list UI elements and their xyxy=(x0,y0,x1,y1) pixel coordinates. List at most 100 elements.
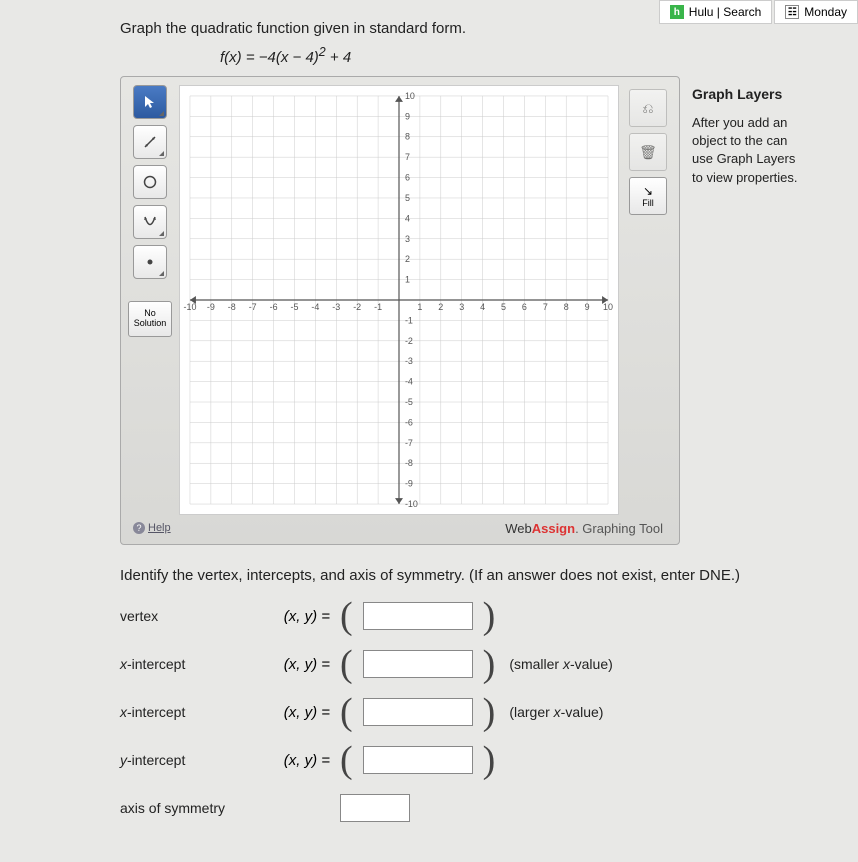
axis-input[interactable] xyxy=(340,794,410,822)
svg-text:2: 2 xyxy=(405,254,410,264)
point-tool[interactable] xyxy=(133,245,167,279)
formula: f(x) = −4(x − 4)2 + 4 xyxy=(220,45,798,66)
parabola-tool[interactable] xyxy=(133,205,167,239)
graph-canvas[interactable]: -10 -9 -8 -7 -6 -5 -4 -3 -2 -1 1 2 3 4 5 6 7 8 9 10 -10 -9 -8 -… xyxy=(179,85,619,515)
svg-text:3: 3 xyxy=(405,234,410,244)
paren-open-icon: ( xyxy=(340,701,353,724)
layers-title: Graph Layers xyxy=(692,86,798,102)
svg-text:8: 8 xyxy=(564,302,569,312)
question-instructions: Identify the vertex, intercepts, and axi… xyxy=(120,567,798,584)
svg-text:-5: -5 xyxy=(405,397,413,407)
axis-label: axis of symmetry xyxy=(120,800,250,816)
svg-text:6: 6 xyxy=(522,302,527,312)
svg-text:-7: -7 xyxy=(249,302,257,312)
svg-text:-3: -3 xyxy=(405,356,413,366)
vertex-input[interactable] xyxy=(363,602,473,630)
calendar-icon: ☷ xyxy=(785,5,799,19)
xintercept1-input[interactable] xyxy=(363,650,473,678)
svg-text:4: 4 xyxy=(405,213,410,223)
svg-text:8: 8 xyxy=(405,132,410,142)
xint1-label: x-intercept xyxy=(120,656,250,672)
dropdown-corner-icon xyxy=(159,151,164,156)
browser-tab-monday[interactable]: ☷ Monday xyxy=(774,0,858,24)
svg-text:4: 4 xyxy=(480,302,485,312)
paren-close-icon: ) xyxy=(483,749,496,772)
svg-text:-9: -9 xyxy=(207,302,215,312)
svg-text:-5: -5 xyxy=(291,302,299,312)
svg-text:7: 7 xyxy=(543,302,548,312)
svg-text:-1: -1 xyxy=(405,315,413,325)
svg-text:-4: -4 xyxy=(311,302,319,312)
paren-close-icon: ) xyxy=(483,653,496,676)
svg-text:5: 5 xyxy=(501,302,506,312)
svg-text:1: 1 xyxy=(405,275,410,285)
svg-text:6: 6 xyxy=(405,173,410,183)
svg-text:10: 10 xyxy=(405,91,415,101)
undo-button[interactable]: ⎌ xyxy=(629,89,667,127)
grid-svg: -10 -9 -8 -7 -6 -5 -4 -3 -2 -1 1 2 3 4 5 6 7 8 9 10 -10 -9 -8 -… xyxy=(180,86,618,514)
svg-text:2: 2 xyxy=(438,302,443,312)
svg-text:-8: -8 xyxy=(405,458,413,468)
xy-equals: (x, y) = xyxy=(260,656,330,673)
dropdown-corner-icon xyxy=(159,231,164,236)
layers-text: After you add an object to the can use G… xyxy=(692,114,798,187)
xy-equals: (x, y) = xyxy=(260,704,330,721)
circle-tool[interactable] xyxy=(133,165,167,199)
questions-section: Identify the vertex, intercepts, and axi… xyxy=(120,567,798,822)
svg-text:-2: -2 xyxy=(353,302,361,312)
line-tool[interactable] xyxy=(133,125,167,159)
svg-text:1: 1 xyxy=(417,302,422,312)
xintercept2-row: x-intercept (x, y) = ( ) (larger x-value… xyxy=(120,698,798,726)
fill-button[interactable]: ↘ Fill xyxy=(629,177,667,215)
svg-text:-4: -4 xyxy=(405,377,413,387)
xy-equals: (x, y) = xyxy=(260,752,330,769)
svg-text:-1: -1 xyxy=(374,302,382,312)
svg-text:-6: -6 xyxy=(405,417,413,427)
browser-tab-hulu[interactable]: h Hulu | Search xyxy=(659,0,773,24)
yintercept-row: y-intercept (x, y) = ( ) xyxy=(120,746,798,774)
svg-text:-9: -9 xyxy=(405,479,413,489)
svg-text:-7: -7 xyxy=(405,438,413,448)
svg-text:-10: -10 xyxy=(184,302,197,312)
tool-toolbar: No Solution xyxy=(129,85,171,337)
larger-note: (larger x-value) xyxy=(509,704,603,720)
pointer-tool[interactable] xyxy=(133,85,167,119)
vertex-label: vertex xyxy=(120,608,250,624)
delete-button[interactable]: 🗑 xyxy=(629,133,667,171)
svg-text:9: 9 xyxy=(585,302,590,312)
smaller-note: (smaller x-value) xyxy=(509,656,612,672)
hulu-icon: h xyxy=(670,5,684,19)
svg-text:5: 5 xyxy=(405,193,410,203)
help-link[interactable]: Help xyxy=(133,522,171,534)
svg-text:10: 10 xyxy=(603,302,613,312)
xint2-label: x-intercept xyxy=(120,704,250,720)
xintercept1-row: x-intercept (x, y) = ( ) (smaller x-valu… xyxy=(120,650,798,678)
paren-close-icon: ) xyxy=(483,701,496,724)
svg-text:-10: -10 xyxy=(405,499,418,509)
right-toolbar: ⎌ 🗑 ↘ Fill xyxy=(629,89,667,215)
tab-label: Monday xyxy=(804,5,847,19)
paren-close-icon: ) xyxy=(483,605,496,628)
vertex-row: vertex (x, y) = ( ) xyxy=(120,602,798,630)
xintercept2-input[interactable] xyxy=(363,698,473,726)
svg-text:-6: -6 xyxy=(270,302,278,312)
paren-open-icon: ( xyxy=(340,749,353,772)
axis-row: axis of symmetry xyxy=(120,794,798,822)
svg-text:3: 3 xyxy=(459,302,464,312)
svg-text:-8: -8 xyxy=(228,302,236,312)
no-solution-button[interactable]: No Solution xyxy=(128,301,172,337)
paren-open-icon: ( xyxy=(340,653,353,676)
paren-open-icon: ( xyxy=(340,605,353,628)
dropdown-corner-icon xyxy=(159,271,164,276)
brand-label: WebAssign. Graphing Tool xyxy=(129,521,671,536)
yint-label: y-intercept xyxy=(120,752,250,768)
svg-text:-3: -3 xyxy=(332,302,340,312)
tab-label: Hulu | Search xyxy=(689,5,762,19)
yintercept-input[interactable] xyxy=(363,746,473,774)
svg-text:7: 7 xyxy=(405,152,410,162)
svg-text:9: 9 xyxy=(405,111,410,121)
svg-text:-2: -2 xyxy=(405,336,413,346)
dropdown-corner-icon xyxy=(159,111,164,116)
graph-layers-panel: Graph Layers After you add an object to … xyxy=(680,76,798,545)
xy-equals: (x, y) = xyxy=(260,608,330,625)
